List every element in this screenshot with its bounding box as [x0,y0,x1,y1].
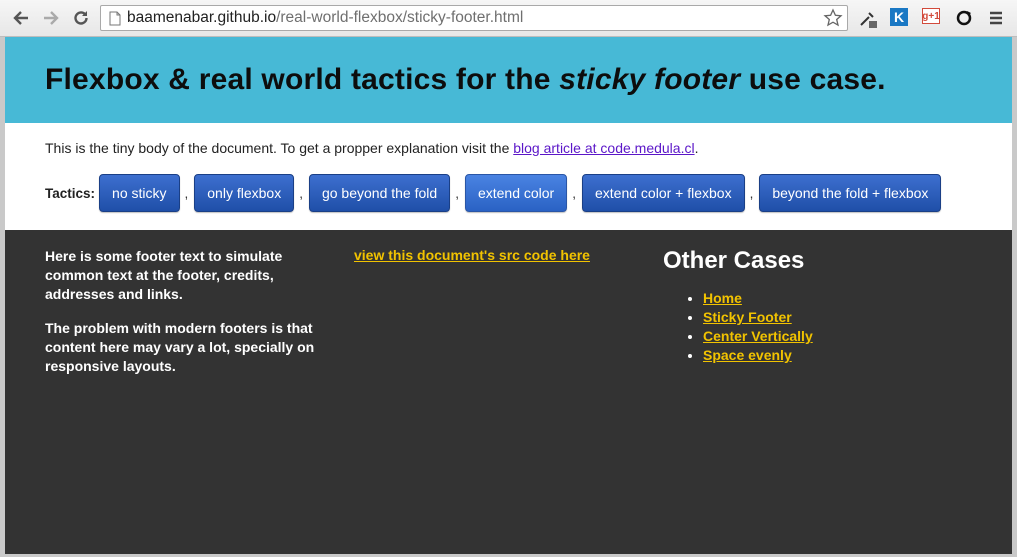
case-link-home[interactable]: Home [703,290,742,306]
page-viewport: Flexbox & real world tactics for the sti… [5,37,1012,554]
window-edge-right [1012,37,1017,557]
title-suffix: use case. [740,63,886,96]
tactic-button-no-sticky[interactable]: no sticky [99,174,180,212]
url-path: /real-world-flexbox/sticky-footer.html [276,9,524,26]
tactic-separator: , [572,185,576,201]
src-code-link[interactable]: view this document's src code here [354,247,590,263]
sync-extension-icon[interactable] [954,8,974,28]
main-content: This is the tiny body of the document. T… [5,123,1012,230]
eyedropper-icon[interactable] [858,8,878,28]
back-icon[interactable] [10,7,32,29]
url-host: baamenabar.github.io [127,9,277,26]
footer-paragraph-2: The problem with modern footers is that … [45,320,315,374]
page-title: Flexbox & real world tactics for the sti… [45,63,886,97]
other-cases-title: Other Cases [663,247,805,274]
lead-text: This is the tiny body of the document. T… [45,140,514,156]
menu-icon[interactable] [986,8,1006,28]
tactic-separator: , [184,185,189,201]
tactic-button-extend-color[interactable]: extend color [464,174,568,212]
list-item: Space evenly [703,346,813,365]
lead-end: . [694,140,699,156]
page-footer: Here is some footer text to simulate com… [5,230,1012,554]
page-header: Flexbox & real world tactics for the sti… [5,37,1012,123]
other-cases-column: Other Cases Home Sticky Footer Center Ve… [663,247,813,365]
case-link-center-vertically[interactable]: Center Vertically [703,328,813,344]
title-prefix: Flexbox & real world tactics for the [45,63,560,96]
tactic-button-extend-color-flexbox[interactable]: extend color + flexbox [582,174,745,212]
tactic-separator: , [299,185,303,201]
tactics-label: Tactics: [45,185,96,201]
case-link-space-evenly[interactable]: Space evenly [703,347,792,363]
k-extension-label: K [893,9,905,25]
other-cases-list: Home Sticky Footer Center Vertically Spa… [663,289,813,365]
tactic-button-beyond-the-fold-flexbox[interactable]: beyond the fold + flexbox [759,174,942,212]
star-icon[interactable] [823,8,843,33]
page-icon [109,11,121,26]
list-item: Home [703,289,813,308]
gplus-extension-label: g+1 [922,10,940,22]
list-item: Sticky Footer [703,308,813,327]
tactic-button-go-beyond-the-fold[interactable]: go beyond the fold [308,174,451,212]
address-bar[interactable]: baamenabar.github.io/real-world-flexbox/… [100,5,848,31]
tactics-bar: Tactics: no sticky , only flexbox , go b… [45,174,942,212]
case-link-sticky-footer[interactable]: Sticky Footer [703,309,792,325]
footer-text-column: Here is some footer text to simulate com… [45,247,330,391]
title-emphasis: sticky footer [559,63,741,96]
tactic-button-only-flexbox[interactable]: only flexbox [194,174,295,212]
tactic-separator: , [455,185,459,201]
k-extension-icon[interactable]: K [890,8,908,26]
browser-toolbar: baamenabar.github.io/real-world-flexbox/… [0,0,1017,37]
lead-paragraph: This is the tiny body of the document. T… [45,140,698,156]
list-item: Center Vertically [703,327,813,346]
tactic-separator: , [749,185,754,201]
forward-icon[interactable] [40,7,62,29]
blog-article-link[interactable]: blog article at code.medula.cl [513,140,694,156]
reload-icon[interactable] [70,7,92,29]
footer-src-column: view this document's src code here [354,247,590,263]
footer-paragraph-1: Here is some footer text to simulate com… [45,248,283,302]
gplus-extension-icon[interactable]: g+1 [922,8,940,24]
